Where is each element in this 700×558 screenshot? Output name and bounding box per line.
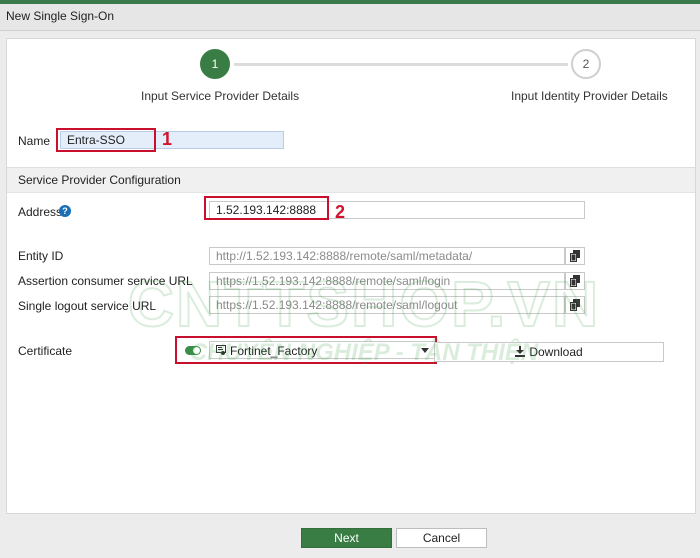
acs-url-field[interactable] (209, 272, 565, 290)
annotation-box-1 (56, 128, 156, 152)
question-circle-icon[interactable]: ? (59, 205, 71, 217)
copy-acs-url-button[interactable] (565, 272, 585, 290)
entity-id-label: Entity ID (18, 249, 64, 263)
cancel-button[interactable]: Cancel (396, 528, 487, 548)
title-bar: New Single Sign-On (0, 4, 700, 31)
step-1-indicator[interactable]: 1 (200, 49, 230, 79)
entity-id-field[interactable] (209, 247, 565, 265)
annotation-box-2 (204, 196, 329, 220)
copy-entity-id-button[interactable] (565, 247, 585, 265)
next-button[interactable]: Next (301, 528, 392, 548)
address-label: Address (18, 205, 63, 219)
annotation-number-2: 2 (335, 202, 346, 222)
wizard-panel: 1 2 Input Service Provider Details Input… (6, 38, 696, 514)
step-2-indicator[interactable]: 2 (571, 49, 601, 79)
download-icon (515, 346, 526, 357)
name-label: Name (18, 134, 51, 148)
certificate-label: Certificate (18, 344, 73, 358)
window-title: New Single Sign-On (6, 9, 115, 23)
section-title: Service Provider Configuration (18, 173, 181, 187)
copy-slo-url-button[interactable] (565, 296, 585, 314)
copy-icon (569, 250, 580, 262)
acs-url-label: Assertion consumer service URL (18, 274, 193, 288)
stepper-connector (234, 63, 568, 66)
step-2-label: Input Identity Provider Details (511, 89, 668, 103)
slo-url-field[interactable] (209, 296, 565, 314)
download-label: Download (529, 345, 583, 359)
annotation-number-1: 1 (162, 129, 173, 149)
annotation-box-3 (175, 336, 437, 364)
step-1-label: Input Service Provider Details (141, 89, 300, 103)
section-header: Service Provider Configuration (7, 167, 695, 193)
download-certificate-button[interactable]: Download (434, 342, 664, 362)
copy-icon (569, 299, 580, 311)
copy-icon (569, 275, 580, 287)
slo-url-label: Single logout service URL (18, 299, 157, 313)
